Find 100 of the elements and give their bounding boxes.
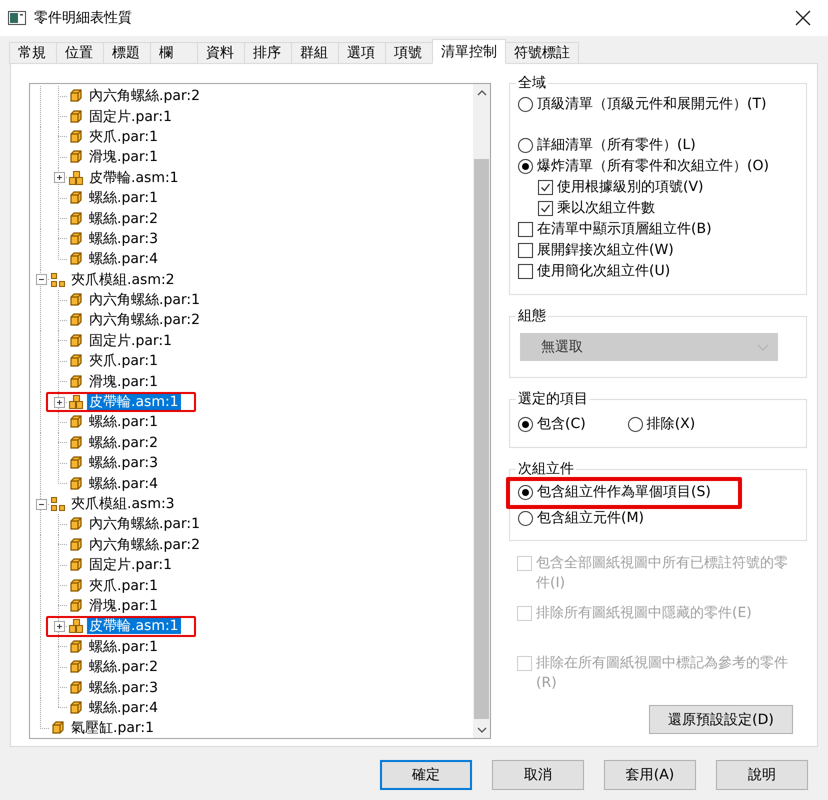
part-icon [68, 476, 84, 492]
tree-item[interactable]: 內六角螺絲.par:2 [87, 88, 202, 104]
option-label: 在清單中顯示頂層組立件(B) [537, 220, 712, 239]
part-icon [68, 414, 84, 430]
subassembly-icon [68, 394, 84, 410]
tree-item[interactable]: 螺絲.par:4 [87, 476, 160, 492]
scroll-thumb[interactable] [474, 159, 489, 719]
tree-item[interactable]: 螺絲.par:2 [87, 434, 160, 451]
tree-item[interactable]: 內六角螺絲.par:1 [87, 516, 202, 532]
scroll-up-icon[interactable] [476, 90, 486, 96]
tree-item[interactable]: 滑塊.par:1 [87, 374, 160, 390]
tree-item[interactable]: 內六角螺絲.par:2 [87, 312, 202, 328]
part-icon [68, 332, 84, 349]
tree-item[interactable]: 內六角螺絲.par:2 [87, 536, 202, 553]
group-title: 選定的項目 [517, 390, 589, 408]
part-icon [68, 557, 84, 574]
checkmark-icon [540, 182, 551, 193]
part-icon [68, 108, 84, 125]
part-icon [68, 210, 84, 227]
checkbox[interactable] [518, 243, 533, 258]
checkbox[interactable] [538, 180, 553, 195]
radio-button[interactable] [518, 159, 533, 174]
tree-item[interactable]: 夾爪模組.asm:3 [69, 496, 177, 512]
close-icon [795, 10, 811, 26]
checkbox[interactable] [518, 222, 533, 237]
tab[interactable]: 符號標註 [505, 42, 579, 64]
subassembly-icon [68, 170, 84, 186]
tree-item[interactable]: 滑塊.par:1 [87, 149, 160, 166]
tree-item[interactable]: 螺絲.par:3 [87, 230, 160, 247]
option-label: 使用根據級別的項號(V) [557, 178, 704, 197]
radio-button[interactable] [518, 97, 533, 112]
dialog-button[interactable]: 確定 [380, 760, 472, 790]
dialog-button[interactable]: 說明 [716, 760, 808, 790]
tree-item[interactable]: 皮帶輪.asm:1 [87, 618, 181, 634]
tree-item[interactable]: 夾爪.par:1 [87, 353, 160, 370]
tree-item[interactable]: 固定片.par:1 [87, 332, 174, 349]
option-label: 展開銲接次組立件(W) [537, 241, 674, 260]
tree-item[interactable]: 螺絲.par:2 [87, 659, 160, 676]
option-label: 包含組立件作為單個項目(S) [537, 483, 711, 502]
tree-item[interactable]: 皮帶輪.asm:1 [87, 394, 181, 410]
chevron-down-icon [757, 344, 769, 350]
collapse-icon[interactable] [36, 498, 46, 510]
assembly-icon [50, 496, 66, 512]
collapse-icon[interactable] [36, 274, 46, 286]
part-icon [68, 598, 84, 614]
tree-item[interactable]: 氣壓缸.par:1 [69, 720, 156, 736]
subassembly-icon [68, 618, 84, 634]
part-icon [68, 578, 84, 594]
group-title: 全域 [517, 74, 547, 92]
tree-item[interactable]: 滑塊.par:1 [87, 598, 160, 614]
tree-item[interactable]: 夾爪.par:1 [87, 128, 160, 145]
radio-button[interactable] [518, 485, 533, 500]
dialog-button[interactable]: 套用(A) [604, 760, 696, 790]
restore-defaults-button[interactable]: 還原預設設定(D) [649, 705, 793, 734]
tree-item[interactable]: 夾爪.par:1 [87, 578, 160, 594]
tree-item[interactable]: 皮帶輪.asm:1 [87, 170, 181, 186]
expand-icon[interactable] [54, 396, 64, 408]
option-label: 排除(X) [646, 415, 696, 434]
part-icon [68, 680, 84, 696]
tree-item[interactable]: 螺絲.par:1 [87, 190, 160, 206]
tree-item[interactable]: 螺絲.par:4 [87, 700, 160, 716]
part-icon [68, 149, 84, 166]
part-icon [68, 88, 84, 104]
tree-item[interactable]: 螺絲.par:4 [87, 251, 160, 268]
checkbox[interactable] [538, 201, 553, 216]
tab[interactable]: 常規 [9, 42, 57, 64]
part-icon [68, 536, 84, 553]
radio-button[interactable] [518, 511, 533, 526]
tree-item[interactable]: 螺絲.par:1 [87, 638, 160, 655]
scroll-down-icon[interactable] [476, 726, 486, 732]
part-icon [68, 230, 84, 247]
dialog-button[interactable]: 取消 [492, 760, 584, 790]
radio-button[interactable] [628, 417, 643, 432]
radio-button[interactable] [518, 417, 533, 432]
tree-item[interactable]: 螺絲.par:3 [87, 680, 160, 696]
tree-item[interactable]: 螺絲.par:2 [87, 210, 160, 227]
group-title: 組態 [517, 307, 547, 325]
expand-icon[interactable] [54, 620, 64, 632]
part-icon [68, 353, 84, 370]
tree-item[interactable]: 固定片.par:1 [87, 557, 174, 574]
option-label: 排除所有圖紙視圖中隱藏的零件(E) [536, 604, 752, 623]
tree-item[interactable]: 內六角螺絲.par:1 [87, 292, 202, 308]
part-icon [68, 128, 84, 145]
window-title: 零件明細表性質 [34, 9, 133, 27]
radio-button[interactable] [518, 138, 533, 153]
checkbox[interactable] [518, 264, 533, 279]
part-icon [68, 638, 84, 655]
tree-item[interactable]: 夾爪模組.asm:2 [69, 272, 177, 288]
window-icon [8, 11, 26, 25]
part-icon [68, 374, 84, 390]
tree-item[interactable]: 螺絲.par:1 [87, 414, 160, 430]
option-label: 頂級清單（頂級元件和展開元件）(T) [537, 95, 766, 114]
expand-icon[interactable] [54, 172, 64, 184]
tree-item[interactable]: 固定片.par:1 [87, 108, 174, 125]
checkmark-icon [540, 203, 551, 214]
tree-item[interactable]: 螺絲.par:3 [87, 455, 160, 472]
tab[interactable]: 清單控制 [432, 39, 506, 64]
option-label: 包含(C) [537, 415, 586, 434]
part-icon [68, 455, 84, 472]
scrollbar[interactable] [473, 84, 490, 738]
